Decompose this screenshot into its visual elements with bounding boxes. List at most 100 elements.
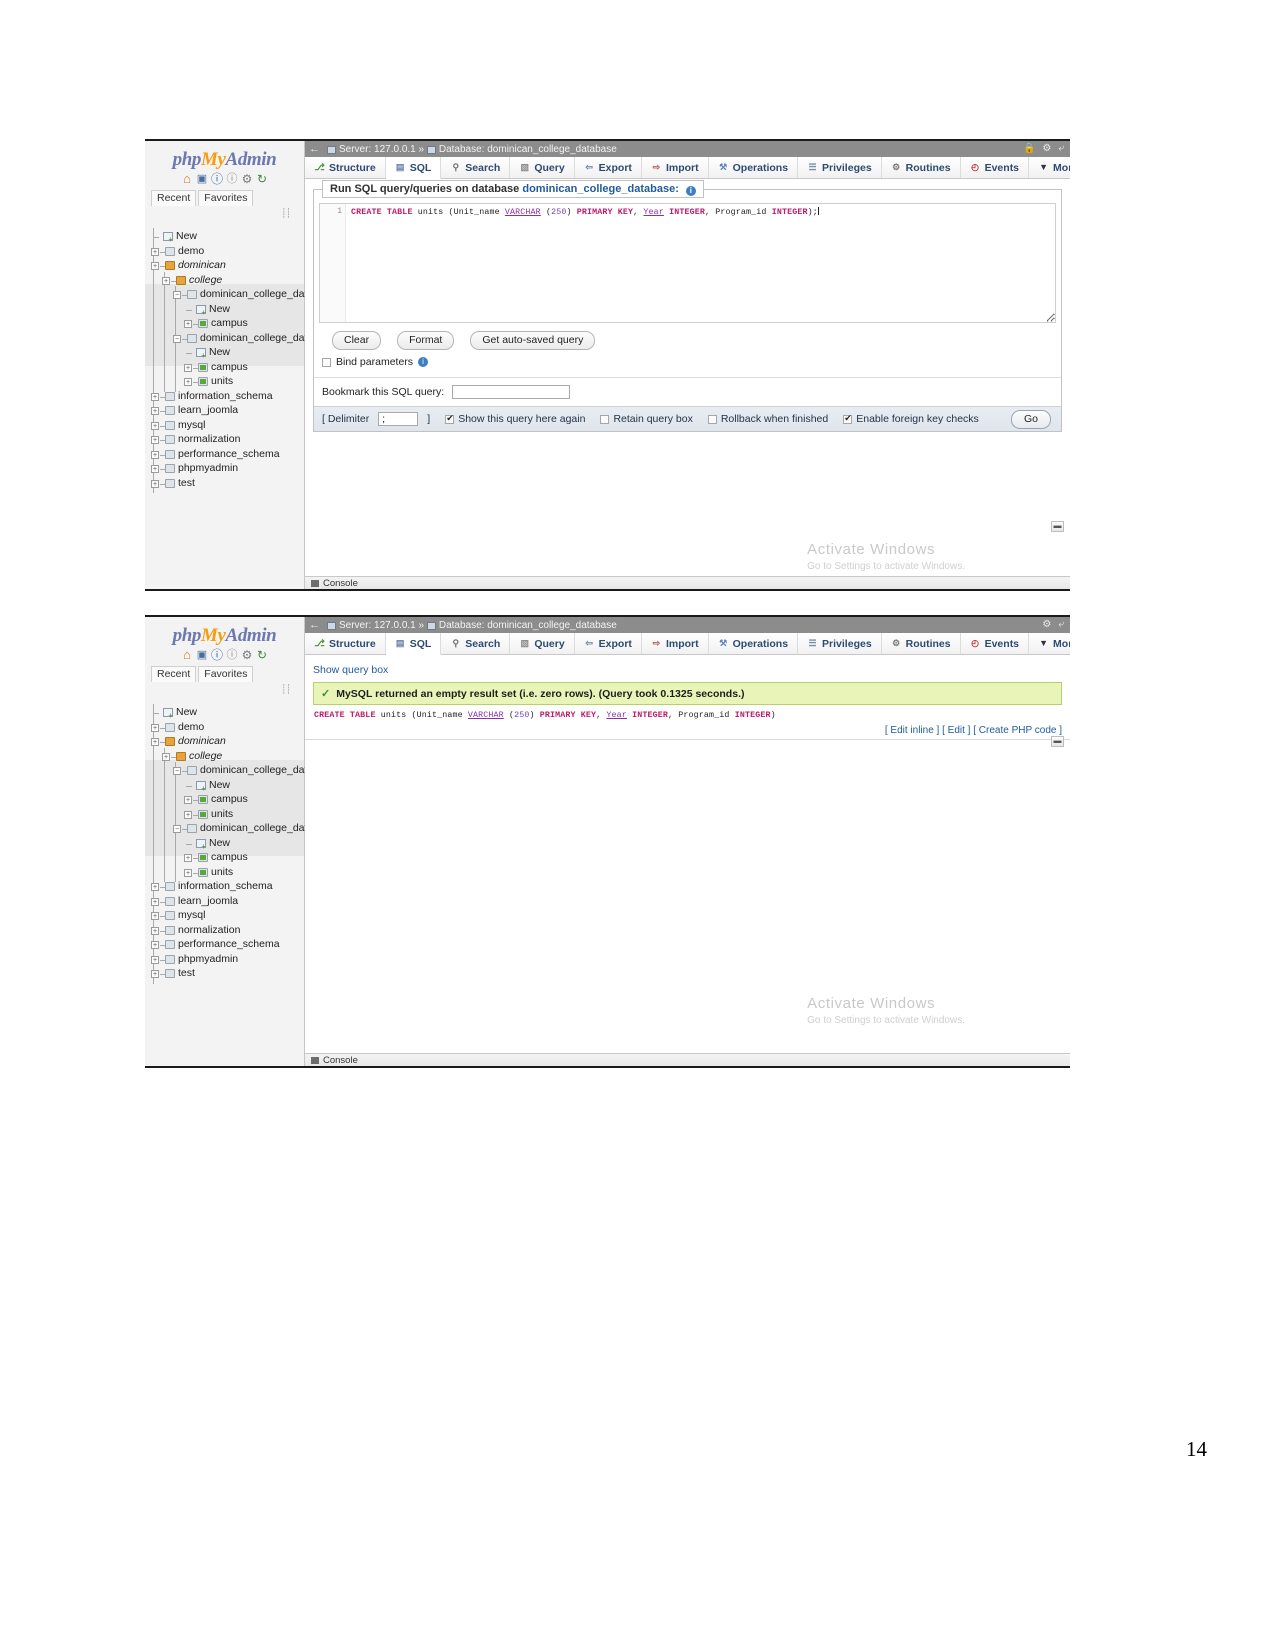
back-icon-2[interactable]: ← (309, 619, 320, 631)
rollback-when-finished-group[interactable]: Rollback when finished (707, 413, 828, 425)
tree-expand-icon[interactable]: + (151, 421, 159, 430)
tree-item-new-2[interactable]: New (145, 776, 304, 795)
recent-tab-2[interactable]: Recent (151, 666, 197, 682)
tree-item-phpmyadmin-2[interactable]: + phpmyadmin (145, 950, 304, 969)
new-item-icon[interactable] (196, 780, 206, 793)
tree-item-dominican-2[interactable]: + dominican (145, 733, 304, 752)
panel-collapse-tab-2[interactable]: ▬ (1051, 736, 1064, 747)
tree-expand-icon[interactable]: + (184, 363, 192, 372)
bind-parameters-checkbox[interactable] (322, 357, 331, 367)
settings-icon[interactable] (241, 173, 253, 185)
tab-query[interactable]: ▧ Query (510, 157, 575, 178)
help-icon-2[interactable] (211, 649, 223, 661)
breadcrumb-database-value[interactable]: dominican_college_database (487, 144, 617, 155)
tree-expand-icon[interactable]: + (151, 247, 159, 256)
breadcrumb-server-value[interactable]: 127.0.0.1 (374, 144, 416, 155)
clear-button[interactable]: Clear (332, 331, 382, 350)
rollback-when-finished-checkbox[interactable] (707, 414, 717, 424)
doc-icon-2[interactable] (226, 649, 238, 661)
refresh-icon-2[interactable] (256, 649, 268, 661)
tree-collapse-icon[interactable]: − (173, 767, 181, 775)
delimiter-input[interactable] (378, 412, 419, 426)
new-item-icon[interactable] (163, 232, 173, 244)
tree-expand-icon[interactable]: + (184, 378, 192, 386)
collapse-icon[interactable]: ⤶ (1058, 143, 1064, 154)
new-item-icon[interactable] (196, 838, 206, 851)
tree-expand-icon[interactable]: + (151, 479, 159, 488)
tree-item-demo-2[interactable]: + demo (145, 718, 304, 737)
favorites-tab[interactable]: Favorites (198, 190, 254, 206)
phpmyadmin-logo[interactable]: phpMyAdmin (145, 141, 304, 169)
editor-resize-handle[interactable] (1047, 314, 1055, 322)
refresh-icon[interactable] (256, 173, 268, 185)
lock-icon[interactable]: 🔒 (1023, 143, 1035, 154)
tree-expand-icon[interactable]: + (151, 723, 159, 732)
breadcrumb-database-value-2[interactable]: dominican_college_database (487, 620, 617, 631)
tree-expand-icon[interactable]: + (151, 738, 159, 746)
tab-more-2[interactable]: ▼ More (1029, 633, 1070, 654)
home-icon[interactable] (181, 173, 193, 185)
tree-expand-icon[interactable]: + (151, 912, 159, 920)
create-php-code-link[interactable]: [ Create PHP code ] (973, 725, 1062, 736)
tree-item-new[interactable]: New (145, 228, 304, 247)
tab-structure-2[interactable]: ⎇ Structure (305, 633, 386, 654)
tree-expand-icon[interactable]: + (151, 407, 159, 415)
tree-expand-icon[interactable]: + (184, 868, 192, 877)
tree-item-information-schema[interactable]: + information_schema (145, 387, 304, 406)
gear-icon-2[interactable]: ⚙ (1042, 619, 1051, 630)
tab-sql-2[interactable]: ▤ SQL (385, 633, 442, 655)
tree-item-campus-2[interactable]: + campus (145, 849, 304, 868)
new-item-icon[interactable] (196, 348, 206, 360)
tree-expand-icon[interactable]: + (151, 436, 159, 444)
tree-expand-icon[interactable]: + (151, 955, 159, 964)
tree-expand-icon[interactable]: + (151, 897, 159, 906)
home-icon-2[interactable] (181, 649, 193, 661)
tab-operations-2[interactable]: ⚒ Operations (708, 633, 799, 654)
tab-privileges-2[interactable]: ☰ Privileges (798, 633, 882, 654)
tree-item-information-schema-2[interactable]: + information_schema (145, 878, 304, 897)
panel-collapse-tab[interactable]: ▬ (1051, 521, 1064, 532)
get-auto-saved-query-button[interactable]: Get auto-saved query (470, 331, 596, 350)
tree-item-college-2[interactable]: + college (145, 747, 304, 766)
tab-privileges[interactable]: ☰ Privileges (798, 157, 882, 178)
tab-search-2[interactable]: ⚲ Search (441, 633, 511, 654)
tab-import[interactable]: ⇨ Import (641, 157, 709, 178)
retain-query-box-checkbox[interactable] (600, 414, 610, 424)
tree-item-units[interactable]: + units (145, 373, 304, 392)
settings-icon-2[interactable] (241, 649, 253, 661)
tree-item-new-2[interactable]: New (145, 704, 304, 723)
tab-structure[interactable]: ⎇ Structure (305, 157, 386, 178)
tree-expand-icon[interactable]: + (184, 320, 192, 328)
executed-sql-echo[interactable]: CREATE TABLE units (Unit_name VARCHAR (2… (313, 708, 1062, 723)
tree-item-dominican-college-databa[interactable]: − dominican_college_databa (145, 329, 325, 348)
tree-item-units-2[interactable]: + units (145, 863, 304, 882)
tree-item-normalization[interactable]: + normalization (145, 431, 304, 450)
tree-collapse-icon[interactable]: − (173, 334, 181, 343)
tree-collapse-icon[interactable]: − (173, 291, 181, 299)
tree-expand-icon[interactable]: + (162, 752, 170, 761)
tree-item-units-2[interactable]: + units (145, 805, 304, 824)
new-item-icon[interactable] (163, 708, 173, 720)
format-button[interactable]: Format (397, 331, 455, 350)
retain-query-box-group[interactable]: Retain query box (600, 413, 693, 425)
new-item-icon[interactable] (196, 304, 206, 317)
console-bar-2[interactable]: Console (305, 1053, 1070, 1066)
console-bar[interactable]: Console (305, 576, 1070, 589)
tree-item-campus[interactable]: + campus (145, 315, 304, 334)
tab-events-2[interactable]: ◴ Events (960, 633, 1030, 654)
tree-item-mysql[interactable]: + mysql (145, 416, 304, 435)
go-button[interactable]: Go (1010, 409, 1051, 429)
tree-item-performance-schema[interactable]: + performance_schema (145, 445, 304, 464)
tree-expand-icon[interactable]: + (162, 276, 170, 285)
tab-more[interactable]: ▼ More (1029, 157, 1070, 178)
tab-export[interactable]: ⇦ Export (574, 157, 642, 178)
tree-item-new[interactable]: New (145, 300, 304, 319)
tree-item-demo[interactable]: + demo (145, 242, 304, 261)
doc-icon[interactable] (226, 173, 238, 185)
sql-editor[interactable]: 1 CREATE TABLE units (Unit_name VARCHAR … (319, 203, 1056, 323)
tab-import-2[interactable]: ⇨ Import (641, 633, 709, 654)
tree-expand-icon[interactable]: + (151, 450, 159, 459)
tab-events[interactable]: ◴ Events (960, 157, 1030, 178)
tree-expand-icon[interactable]: + (151, 392, 159, 401)
tree-item-learn-joomla-2[interactable]: + learn_joomla (145, 892, 304, 911)
